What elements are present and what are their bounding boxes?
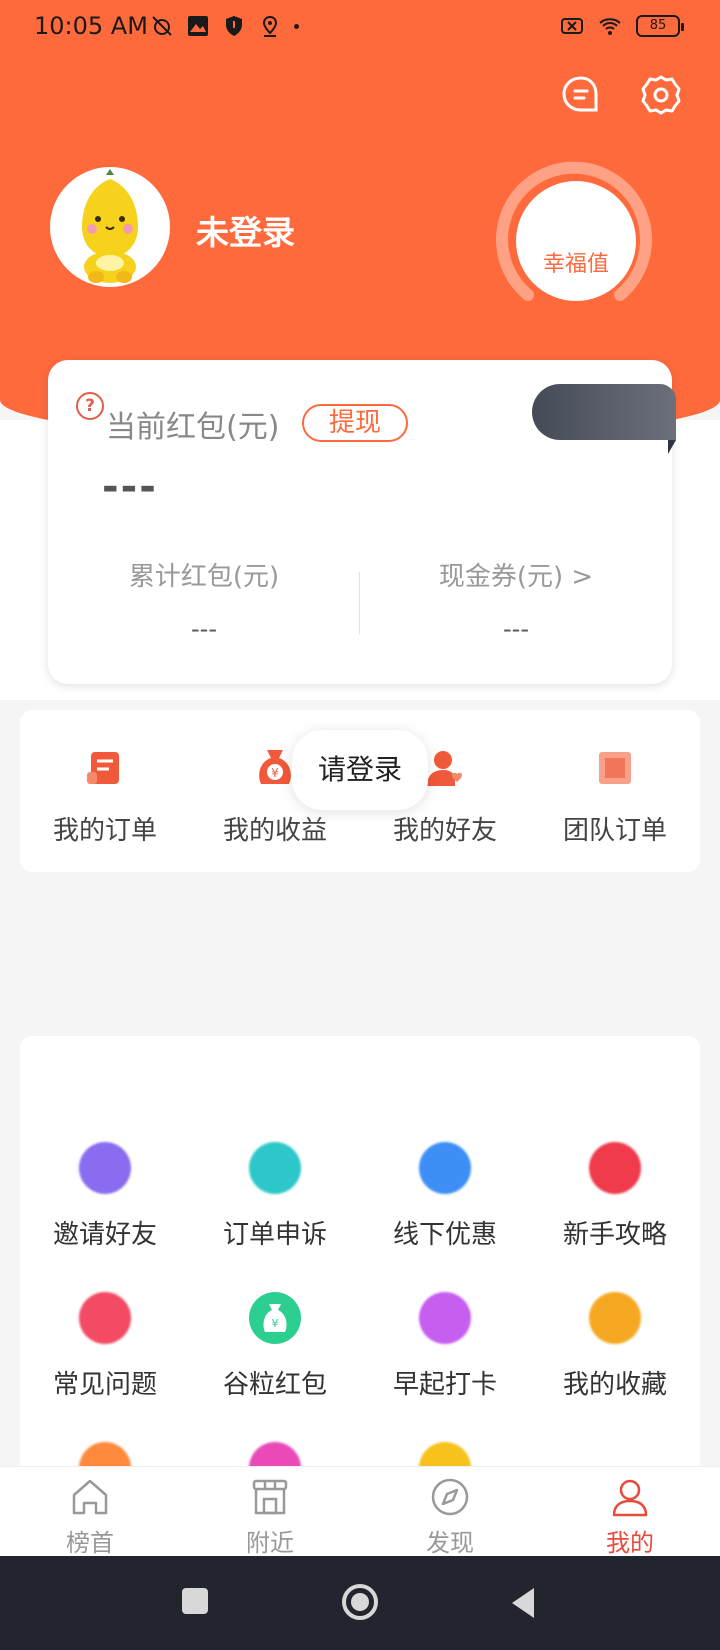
nav-tab-nearby[interactable]: 附近 <box>180 1475 360 1558</box>
svg-text:¥: ¥ <box>271 766 279 780</box>
invite-icon <box>79 1142 131 1194</box>
service-label: 早起打卡 <box>392 1370 497 1400</box>
current-red-packet-label: 当前红包(元) <box>106 410 280 445</box>
quick-item-label: 团队订单 <box>562 816 667 846</box>
alarm-off-icon <box>152 16 172 36</box>
nav-tab-discover[interactable]: 发现 <box>360 1475 540 1558</box>
notification-dot <box>294 23 299 29</box>
service-label: 常见问题 <box>52 1370 157 1400</box>
services-panel: 邀请好友 订单申诉 线下优惠 新手攻略 常见问题 ¥ 谷粒红包 早起打卡 我的收… <box>20 1036 700 1496</box>
quick-item-team-orders[interactable]: 团队订单 <box>530 746 700 847</box>
withdraw-button[interactable]: 提现 <box>302 404 408 442</box>
sim-off-icon <box>561 18 583 34</box>
grain-redpacket-icon: ¥ <box>249 1292 301 1344</box>
compass-icon <box>431 1478 469 1516</box>
quick-item-orders[interactable]: 我的订单 <box>20 746 190 847</box>
settings-icon[interactable] <box>640 74 682 116</box>
nav-tab-mine[interactable]: 我的 <box>540 1475 720 1558</box>
money-bag-icon: ¥ <box>259 750 291 784</box>
nav-tab-home[interactable]: 榜首 <box>0 1475 180 1558</box>
service-label: 谷粒红包 <box>222 1370 327 1400</box>
guide-icon <box>589 1142 641 1194</box>
home-icon <box>72 1479 108 1515</box>
wifi-icon <box>599 18 621 35</box>
store-icon <box>252 1479 288 1515</box>
status-bar: 10:05 AM 85 <box>0 0 720 56</box>
favorite-icon <box>589 1292 641 1344</box>
cash-coupon[interactable]: 现金券(元) > --- <box>360 556 672 643</box>
service-label: 新手攻略 <box>562 1220 667 1250</box>
appeal-icon <box>249 1142 301 1194</box>
shield-icon <box>226 16 242 36</box>
help-icon[interactable]: ? <box>76 392 104 420</box>
avatar[interactable] <box>50 167 170 287</box>
dark-ribbon-tag <box>532 384 676 454</box>
service-item-guide[interactable]: 新手攻略 <box>530 1142 700 1251</box>
total-red-packet-label: 累计红包(元) <box>128 562 280 592</box>
red-packet-card: ? 当前红包(元) 提现 --- 累计红包(元) --- 现金券(元) > --… <box>48 360 676 684</box>
service-label: 线下优惠 <box>392 1220 497 1250</box>
back-icon[interactable] <box>508 1586 538 1620</box>
service-item-grain-redpacket[interactable]: ¥ 谷粒红包 <box>190 1292 360 1401</box>
service-label: 我的收藏 <box>562 1370 667 1400</box>
cash-coupon-value: --- <box>503 615 529 643</box>
service-item-appeal[interactable]: 订单申诉 <box>190 1142 360 1251</box>
service-item-checkin[interactable]: 早起打卡 <box>360 1292 530 1401</box>
mascot-avatar-icon <box>82 169 138 283</box>
system-navigation-bar <box>0 1556 720 1650</box>
status-time: 10:05 AM <box>34 12 148 40</box>
svg-text:¥: ¥ <box>272 1317 279 1330</box>
nav-tab-label: 附近 <box>246 1529 294 1557</box>
battery-indicator: 85 <box>636 15 684 37</box>
faq-icon <box>79 1292 131 1344</box>
service-item-faq[interactable]: 常见问题 <box>20 1292 190 1401</box>
service-label: 订单申诉 <box>222 1220 327 1250</box>
message-icon[interactable] <box>560 74 602 116</box>
quick-item-label: 我的收益 <box>222 816 327 846</box>
user-icon <box>612 1479 648 1517</box>
nav-tab-label: 我的 <box>606 1529 654 1557</box>
service-item-offline[interactable]: 线下优惠 <box>360 1142 530 1251</box>
happiness-circle[interactable] <box>516 181 636 301</box>
friend-icon <box>427 751 463 786</box>
current-red-packet-value: --- <box>102 464 158 510</box>
service-item-favorites[interactable]: 我的收藏 <box>530 1292 700 1401</box>
total-red-packet: 累计红包(元) --- <box>48 556 360 643</box>
money-bag-icon: ¥ <box>263 1304 287 1332</box>
username[interactable]: 未登录 <box>196 206 295 254</box>
home-button-icon[interactable] <box>340 1582 380 1622</box>
service-item-invite[interactable]: 邀请好友 <box>20 1142 190 1251</box>
login-toast: 请登录 <box>292 730 428 810</box>
quick-item-label: 我的好友 <box>392 816 497 846</box>
checkin-icon <box>419 1292 471 1344</box>
recents-icon[interactable] <box>180 1586 210 1616</box>
nav-tab-label: 发现 <box>426 1529 474 1557</box>
service-label: 邀请好友 <box>52 1220 157 1250</box>
offline-icon <box>419 1142 471 1194</box>
quick-item-label: 我的订单 <box>52 816 157 846</box>
cash-coupon-label: 现金券(元) > <box>438 562 594 592</box>
order-icon <box>87 752 119 784</box>
total-red-packet-value: --- <box>191 615 217 643</box>
bottom-nav: 榜首 附近 发现 我的 <box>0 1466 720 1558</box>
nav-tab-label: 榜首 <box>66 1529 114 1557</box>
team-order-icon <box>599 752 631 784</box>
location-icon <box>262 15 278 37</box>
image-icon <box>188 16 208 36</box>
happiness-label: 幸福值 <box>542 252 609 277</box>
